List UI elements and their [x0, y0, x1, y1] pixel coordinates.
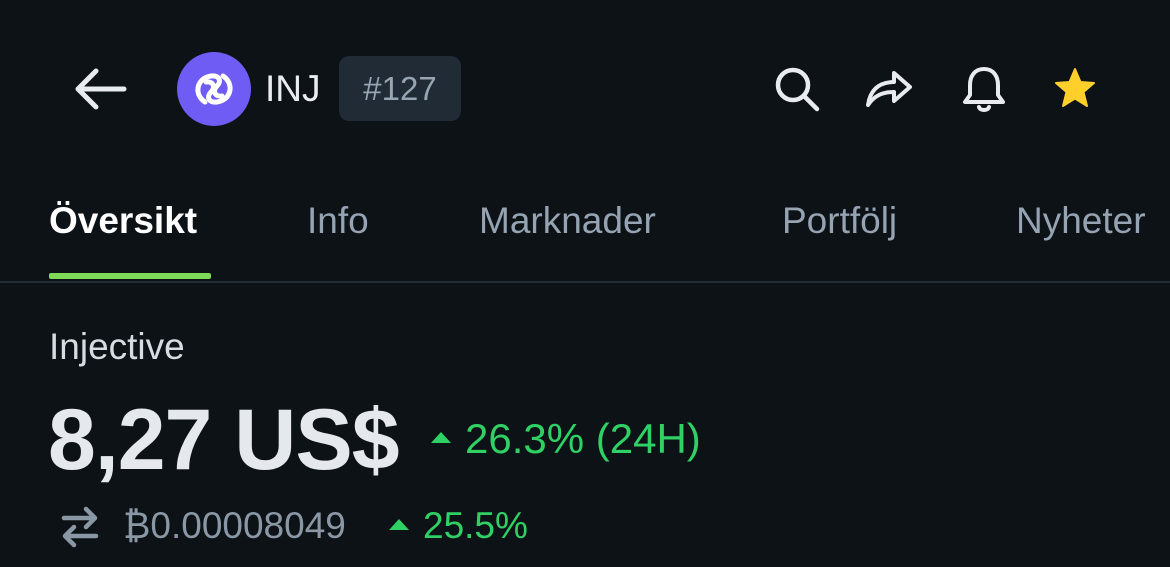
coin-symbol: INJ: [265, 68, 321, 109]
up-triangle-icon: [389, 518, 409, 530]
tab-info[interactable]: Info: [307, 198, 369, 244]
coin-name: Injective: [49, 326, 185, 367]
currency-swap-button[interactable]: [60, 504, 100, 548]
search-icon: [775, 67, 820, 112]
search-button[interactable]: [770, 62, 824, 116]
injective-logo-icon: [195, 73, 233, 105]
share-button[interactable]: [862, 62, 916, 116]
tab-portfolj[interactable]: Portfölj: [782, 198, 897, 244]
rank-badge: #127: [339, 56, 461, 121]
tab-divider: [0, 281, 1170, 283]
bell-icon: [963, 67, 1005, 112]
price-change-24h-value: 26.3% (24H): [465, 415, 701, 462]
favorite-button[interactable]: [1048, 62, 1102, 116]
active-tab-indicator: [49, 273, 211, 279]
btc-price: ₿0.00008049: [123, 505, 346, 546]
tab-oversikt[interactable]: Översikt: [49, 198, 197, 244]
usd-price: 8,27 US$: [48, 392, 400, 488]
back-button[interactable]: [68, 62, 132, 116]
tab-nyheter[interactable]: Nyheter: [1016, 198, 1146, 244]
btc-price-change: 25.5%: [389, 503, 528, 549]
arrow-left-icon: [75, 68, 127, 110]
coin-logo: [177, 52, 251, 126]
swap-arrows-icon: [61, 506, 99, 548]
tab-marknader[interactable]: Marknader: [479, 198, 656, 244]
share-icon: [866, 71, 912, 107]
btc-price-change-value: 25.5%: [423, 505, 528, 546]
alert-button[interactable]: [957, 62, 1011, 116]
price-change-24h: 26.3% (24H): [431, 414, 701, 464]
up-triangle-icon: [431, 431, 451, 443]
star-icon: [1055, 68, 1095, 107]
